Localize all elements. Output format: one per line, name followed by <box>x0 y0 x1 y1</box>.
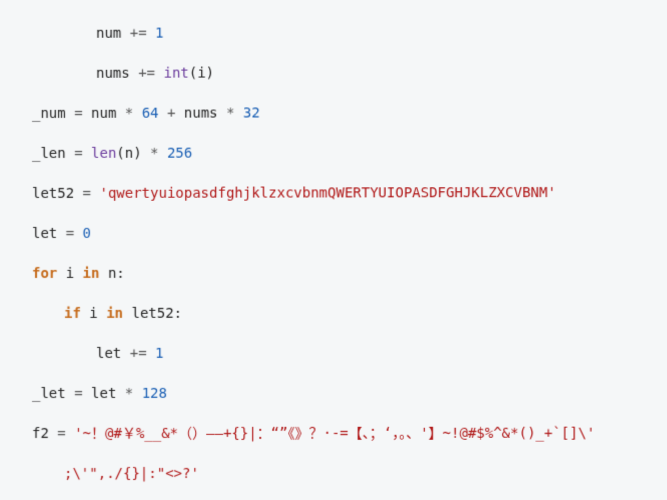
identifier: _len <box>32 146 66 162</box>
operator: = <box>74 386 82 402</box>
operator: = <box>74 106 82 122</box>
identifier: nums <box>184 106 218 122</box>
identifier: let <box>32 226 57 242</box>
number-literal: 256 <box>167 146 192 162</box>
identifier: _let <box>32 386 66 402</box>
identifier: let52 <box>32 186 74 202</box>
identifier: num <box>96 26 121 42</box>
identifier: i <box>89 306 97 322</box>
identifier: _num <box>32 106 66 122</box>
identifier: let <box>96 346 121 362</box>
operator: += <box>138 66 155 82</box>
string-literal: 'qwertyuiopasdfghjklzxcvbnmQWERTYUIOPASD… <box>100 185 557 202</box>
code-line: if i in let52: <box>0 303 667 324</box>
operator: = <box>83 186 91 202</box>
code-line: _len = len(n) * 256 <box>0 143 667 164</box>
operator: * <box>150 146 158 162</box>
identifier: nums <box>96 66 130 82</box>
code-line: _let = let * 128 <box>0 383 667 404</box>
operator: = <box>57 426 65 442</box>
code-line: let = 0 <box>0 223 667 244</box>
string-literal: '~！@#￥%__&*（）——+{}|：“”《》？·-=【、；‘，。、'】~!@… <box>74 426 595 442</box>
operator: = <box>66 226 74 242</box>
operator: * <box>125 386 133 402</box>
operator: += <box>130 346 147 362</box>
identifier: (n) <box>116 146 141 162</box>
code-editor[interactable]: num += 1 nums += int(i) _num = num * 64 … <box>0 0 667 500</box>
operator: * <box>226 106 234 122</box>
code-line: num += 1 <box>0 22 667 44</box>
code-line: for i in n: <box>0 263 667 284</box>
identifier: i <box>66 266 74 282</box>
code-line: ;\'",./{}|:"<>?' <box>0 464 667 484</box>
keyword: in <box>106 306 123 322</box>
operator: * <box>125 106 133 122</box>
number-literal: 64 <box>142 106 159 122</box>
operator: + <box>167 106 175 122</box>
builtin-fn: len <box>91 146 116 162</box>
code-line: let52 = 'qwertyuiopasdfghjklzxcvbnmQWERT… <box>0 183 667 204</box>
number-literal: 128 <box>142 386 167 402</box>
operator: += <box>130 26 147 42</box>
string-literal: ;\'",./{}|:"<>?' <box>64 466 199 482</box>
builtin-fn: int <box>164 66 189 82</box>
keyword: in <box>83 266 100 282</box>
number-literal: 32 <box>243 105 260 121</box>
identifier: (i) <box>189 66 214 82</box>
number-literal: 0 <box>83 226 91 242</box>
keyword: for <box>32 266 57 282</box>
code-line: f2 = '~！@#￥%__&*（）——+{}|：“”《》？·-=【、；‘，。、… <box>0 424 667 444</box>
identifier: f2 <box>32 426 49 442</box>
operator: = <box>74 146 82 162</box>
number-literal: 1 <box>155 26 163 42</box>
identifier: let <box>91 386 116 402</box>
code-line: nums += int(i) <box>0 62 667 84</box>
identifier: num <box>91 106 116 122</box>
code-line: let += 1 <box>0 343 667 364</box>
code-line: _num = num * 64 + nums * 32 <box>0 103 667 124</box>
keyword: if <box>64 306 81 322</box>
identifier: let52: <box>132 306 183 322</box>
identifier: n: <box>108 266 125 282</box>
number-literal: 1 <box>155 346 163 362</box>
